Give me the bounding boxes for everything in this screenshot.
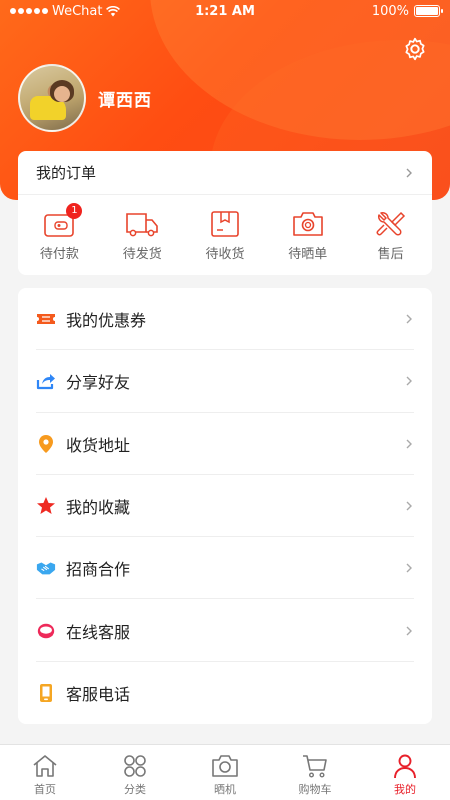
chevron-right-icon (406, 376, 412, 386)
menu-card: 我的优惠券 分享好友 收货地址 我的收藏 招商合作 在线客服 客服电话 (18, 288, 432, 724)
menu-item-label: 招商合作 (66, 560, 131, 580)
order-status-to-ship[interactable]: 待发货 (101, 195, 184, 275)
package-icon (211, 211, 239, 237)
username[interactable]: 谭西西 (98, 86, 152, 111)
menu-item-label: 在线客服 (66, 622, 131, 642)
star-icon (37, 497, 55, 515)
orders-card: 我的订单 1 待付款 待发货 待收货 待晒单 售后 (18, 151, 432, 275)
menu-item-label: 客服电话 (66, 684, 131, 704)
status-bar: WeChat 1:21 AM 100% (0, 0, 450, 22)
settings-gear-icon[interactable] (402, 36, 428, 62)
phone-icon (40, 683, 52, 702)
home-icon (33, 755, 57, 777)
chevron-right-icon (406, 563, 412, 573)
tab-label: 分类 (124, 783, 146, 796)
chevron-right-icon (406, 314, 412, 324)
tab-label: 我的 (394, 783, 416, 796)
menu-item-business-cooperation[interactable]: 招商合作 (18, 537, 432, 600)
headset-icon (37, 623, 55, 638)
order-status-label: 待收货 (205, 247, 245, 262)
order-status-after-sales[interactable]: 售后 (349, 195, 432, 275)
tab-category[interactable]: 分类 (90, 745, 180, 800)
camera-icon (212, 755, 238, 777)
share-icon (36, 374, 55, 390)
menu-item-label: 分享好友 (66, 373, 131, 393)
tab-show-device[interactable]: 晒机 (180, 745, 270, 800)
order-status-to-receive[interactable]: 待收货 (184, 195, 267, 275)
order-status-label: 售后 (377, 247, 404, 262)
chevron-right-icon (406, 626, 412, 636)
menu-item-label: 收货地址 (66, 435, 131, 455)
menu-item-online-service[interactable]: 在线客服 (18, 599, 432, 663)
badge-count: 1 (66, 203, 83, 219)
menu-item-service-phone[interactable]: 客服电话 (18, 662, 432, 724)
location-pin-icon (39, 434, 53, 453)
profile-icon (394, 754, 416, 779)
category-icon (124, 755, 146, 777)
camera-icon (292, 212, 323, 236)
tab-label: 首页 (34, 783, 56, 796)
bottom-tab-bar: 首页 分类 晒机 购物车 我的 (0, 744, 450, 800)
order-status-pending-payment[interactable]: 1 待付款 (18, 195, 101, 275)
menu-item-label: 我的收藏 (66, 498, 131, 518)
order-status-to-review[interactable]: 待晒单 (266, 195, 349, 275)
tab-cart[interactable]: 购物车 (270, 745, 360, 800)
menu-item-share[interactable]: 分享好友 (18, 350, 432, 413)
chevron-right-icon (406, 439, 412, 449)
order-status-label: 待付款 (39, 247, 79, 262)
handshake-icon (36, 562, 56, 575)
chevron-right-icon (406, 501, 412, 511)
my-orders-row[interactable]: 我的订单 (18, 151, 432, 195)
battery-icon (414, 5, 443, 17)
order-status-label: 待发货 (122, 247, 162, 262)
menu-item-address[interactable]: 收货地址 (18, 413, 432, 476)
truck-icon (126, 213, 158, 237)
tools-icon (376, 211, 405, 236)
order-status-label: 待晒单 (288, 247, 328, 262)
menu-item-coupons[interactable]: 我的优惠券 (18, 288, 432, 351)
menu-item-label: 我的优惠券 (66, 311, 147, 331)
tab-me[interactable]: 我的 (360, 745, 450, 800)
avatar[interactable] (18, 64, 86, 132)
tab-home[interactable]: 首页 (0, 745, 90, 800)
menu-item-favorites[interactable]: 我的收藏 (18, 475, 432, 538)
tab-label: 购物车 (298, 783, 332, 796)
chevron-right-icon (406, 168, 412, 177)
coupon-icon (37, 314, 55, 325)
orders-title: 我的订单 (36, 164, 97, 182)
cart-icon (303, 755, 327, 778)
battery-percent: 100% (371, 3, 409, 19)
tab-label: 晒机 (214, 783, 236, 796)
